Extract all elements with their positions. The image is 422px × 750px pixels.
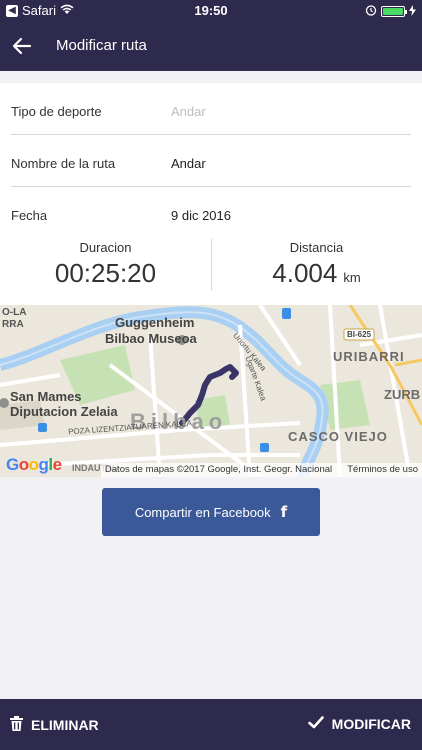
delete-label: ELIMINAR: [31, 717, 99, 733]
facebook-icon: f: [280, 503, 288, 521]
duration-value: 00:25:20: [54, 258, 157, 288]
charging-icon: [409, 4, 416, 19]
status-right: [365, 4, 416, 19]
alarm-icon: [365, 4, 377, 19]
route-form: Tipo de deporte Andar Nombre de la ruta …: [0, 83, 422, 239]
map-data-credit: Datos de mapas ©2017 Google, Inst. Geogr…: [104, 464, 333, 475]
map-label-uribarri: URIBARRI: [333, 349, 405, 364]
share-facebook-label: Compartir en Facebook: [134, 504, 271, 520]
modify-button[interactable]: MODIFICAR: [307, 716, 411, 732]
map-terms-link[interactable]: Términos de uso: [347, 464, 418, 475]
map-label-guggenheim-2: Bilbao Museoa: [105, 331, 197, 346]
delete-button[interactable]: ELIMINAR: [10, 716, 99, 734]
status-bar: ◀ Safari 19:50: [0, 0, 422, 22]
trash-icon: [10, 716, 23, 734]
map-label-guggenheim-1: Guggenheim: [115, 315, 195, 330]
map-label-zurb: ZURB: [384, 387, 421, 402]
distance-value: 4.004: [272, 258, 338, 288]
date-field[interactable]: 9 dic 2016: [171, 208, 231, 223]
share-facebook-button[interactable]: Compartir en Facebook f: [102, 488, 320, 536]
map-label-san-mames-2: Diputacion Zelaia: [10, 404, 118, 419]
modify-label: MODIFICAR: [331, 716, 411, 732]
map-label-san-mames-1: San Mames: [10, 389, 82, 404]
sport-type-row[interactable]: Tipo de deporte Andar: [0, 83, 422, 135]
checkmark-icon: [307, 716, 324, 732]
route-map[interactable]: O-LA RRA Guggenheim Bilbao Museoa San Ma…: [0, 305, 422, 477]
map-attribution: Datos de mapas ©2017 Google, Inst. Geogr…: [100, 463, 422, 477]
map-label-rra: RRA: [2, 319, 24, 330]
sport-type-field[interactable]: Andar: [171, 104, 206, 119]
sport-type-label: Tipo de deporte: [11, 104, 102, 119]
date-row[interactable]: Fecha 9 dic 2016: [0, 187, 422, 239]
distance-value-wrap: 4.004 km: [211, 258, 422, 289]
distance-unit: km: [343, 270, 361, 285]
arrow-left-icon[interactable]: [10, 34, 34, 58]
battery-icon: [381, 6, 407, 17]
page-title: Modificar ruta: [56, 37, 147, 54]
bottom-action-bar: ELIMINAR MODIFICAR: [0, 699, 422, 750]
duration-stat: Duracion 00:25:20: [0, 237, 211, 305]
distance-stat: Distancia 4.004 km: [211, 237, 422, 305]
google-logo: Google: [6, 455, 62, 474]
map-label-ola: O-LA: [2, 307, 27, 318]
distance-label: Distancia: [289, 240, 344, 255]
route-name-field[interactable]: Andar: [171, 156, 206, 171]
map-label-casco-viejo: CASCO VIEJO: [288, 429, 388, 444]
route-name-label: Nombre de la ruta: [11, 156, 116, 171]
route-name-row[interactable]: Nombre de la ruta Andar: [0, 135, 422, 187]
map-label-bi625: BI-625: [347, 330, 372, 339]
route-stats: Duracion 00:25:20 Distancia 4.004 km: [0, 237, 422, 305]
nav-bar: Modificar ruta: [0, 22, 422, 71]
duration-label: Duracion: [79, 240, 132, 255]
date-label: Fecha: [11, 208, 48, 223]
status-time: 19:50: [194, 3, 228, 18]
